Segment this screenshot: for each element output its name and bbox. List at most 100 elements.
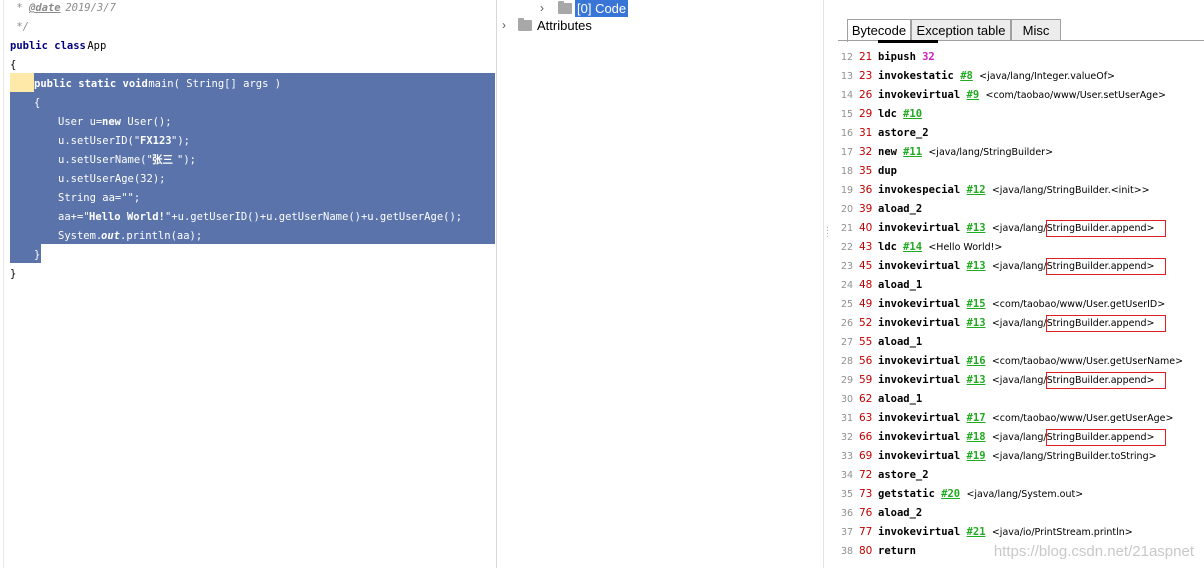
bytecode-row[interactable]: 18 35 dup [838,162,1204,181]
bytecode-row[interactable]: 32 66 invokevirtual #18 <java/lang/StringBu… [838,428,1204,447]
highlight-box [1045,429,1167,446]
bytecode-row[interactable]: 29 59 invokevirtual #13 <java/lang/StringBu… [838,371,1204,390]
bytecode-offset: 40 [859,222,873,234]
opcode: aload_2 [878,203,923,215]
code-line-close-brace: } [10,268,17,280]
bytecode-offset: 39 [859,203,873,215]
operand-group: #21 <java/io/PrintStream.println> [967,523,1133,542]
line-number: 13 [841,71,854,82]
constant-pool-ref-link[interactable]: #21 [967,526,986,538]
tree-node-attributes[interactable]: › Attributes [497,17,825,34]
opcode: bipush [878,51,916,63]
chevron-right-icon[interactable]: › [499,17,509,34]
bytecode-offset: 43 [859,241,873,253]
opcode: invokevirtual [878,355,961,367]
immediate-value: 32 [922,51,935,63]
operand-group: #16 <com/taobao/www/User.getUserName> [967,352,1184,371]
bytecode-panel: Bytecode Exception table Misc 12 21 bipush… [838,0,1204,568]
line-number: 24 [841,280,854,291]
opcode: invokestatic [878,70,954,82]
constant-pool-ref-link[interactable]: #20 [941,488,960,500]
tab-exception-table[interactable]: Exception table [911,19,1011,41]
code-line-class-decl: public class App [10,40,107,52]
line-number: 23 [841,261,854,272]
bytecode-row[interactable]: 25 49 invokevirtual #15 <com/taobao/www/Use… [838,295,1204,314]
splitter-handle[interactable]: · · · · [825,224,830,241]
constant-pool-ref-link[interactable]: #9 [967,89,980,101]
bytecode-row[interactable]: 16 31 astore_2 [838,124,1204,143]
bytecode-row[interactable]: 34 72 astore_2 [838,466,1204,485]
bytecode-row[interactable]: 31 63 invokevirtual #17 <com/taobao/www/Use… [838,409,1204,428]
bytecode-row[interactable]: 26 52 invokevirtual #13 <java/lang/StringBu… [838,314,1204,333]
constant-pool-ref-link[interactable]: #14 [903,241,922,253]
source-editor[interactable]: * @date 2019/3/7 */ public class App { p… [0,0,496,568]
operand-group: #11 <java/lang/StringBuilder> [903,143,1053,162]
bytecode-row[interactable]: 20 39 aload_2 [838,200,1204,219]
opcode: getstatic [878,488,935,500]
bytecode-row[interactable]: 36 76 aload_2 [838,504,1204,523]
constant-pool-ref-link[interactable]: #15 [967,298,986,310]
opcode: ldc [878,108,897,120]
opcode: ldc [878,241,897,253]
opcode: invokevirtual [878,374,961,386]
opcode: aload_1 [878,393,923,405]
tree-node-code[interactable]: › [0] Code [497,0,825,17]
bytecode-row[interactable]: 28 56 invokevirtual #16 <com/taobao/www/Use… [838,352,1204,371]
bytecode-row[interactable]: 14 26 invokevirtual #9 <com/taobao/www/User… [838,86,1204,105]
bytecode-offset: 55 [859,336,873,348]
line-number: 21 [841,223,854,234]
bytecode-row[interactable]: 21 40 invokevirtual #13 <java/lang/StringBu… [838,219,1204,238]
constant-pool-ref-link[interactable]: #19 [967,450,986,462]
operand-group: #9 <com/taobao/www/User.setUserAge> [967,86,1166,105]
bytecode-row[interactable]: 12 21 bipush 32 [838,48,1204,67]
opcode: aload_1 [878,336,923,348]
constant-pool-ref-link[interactable]: #13 [967,374,986,386]
line-number: 37 [841,527,854,538]
chevron-right-icon[interactable]: › [537,0,547,17]
bytecode-row[interactable]: 22 43 ldc #14 <Hello World!> [838,238,1204,257]
constant-pool-ref-link[interactable]: #13 [967,260,986,272]
line-number: 30 [841,394,854,405]
operand-group: #19 <java/lang/StringBuilder.toString> [967,447,1157,466]
bytecode-row[interactable]: 24 48 aload_1 [838,276,1204,295]
operand-group: #14 <Hello World!> [903,238,1002,257]
constant-pool-ref-link[interactable]: #18 [967,431,986,443]
operand-description: <java/lang/StringBuilder> [928,147,1054,158]
bytecode-offset: 59 [859,374,873,386]
constant-pool-ref-link[interactable]: #12 [967,184,986,196]
constant-pool-ref-link[interactable]: #8 [960,70,973,82]
bytecode-row[interactable]: 30 62 aload_1 [838,390,1204,409]
constant-pool-ref-link[interactable]: #16 [967,355,986,367]
operand-description: <com/taobao/www/User.getUserAge> [991,413,1174,424]
bytecode-row[interactable]: 17 32 new #11 <java/lang/StringBuilder> [838,143,1204,162]
constant-pool-ref-link[interactable]: #10 [903,108,922,120]
constant-pool-ref-link[interactable]: #13 [967,317,986,329]
opcode: dup [878,165,897,177]
bytecode-offset: 63 [859,412,873,424]
opcode: invokespecial [878,184,961,196]
operand-description: <Hello World!> [928,242,1003,253]
operand-description: <com/taobao/www/User.getUserName> [991,356,1184,367]
tab-bytecode[interactable]: Bytecode [847,19,911,42]
bytecode-row[interactable]: 13 23 invokestatic #8 <java/lang/Integer.va… [838,67,1204,86]
constant-pool-ref-link[interactable]: #17 [967,412,986,424]
bytecode-row[interactable]: 23 45 invokevirtual #13 <java/lang/StringBu… [838,257,1204,276]
bytecode-row[interactable]: 15 29 ldc #10 [838,105,1204,124]
clipped-row-above [878,40,938,43]
bytecode-row[interactable]: 35 73 getstatic #20 <java/lang/System.out> [838,485,1204,504]
bytecode-row[interactable]: 37 77 invokevirtual #21 <java/io/PrintStrea… [838,523,1204,542]
constant-pool-ref-link[interactable]: #11 [903,146,922,158]
bytecode-offset: 56 [859,355,873,367]
tab-misc[interactable]: Misc [1011,19,1061,41]
constant-pool-ref-link[interactable]: #13 [967,222,986,234]
bytecode-offset: 49 [859,298,873,310]
class-structure-tree[interactable]: › [0] Code › Attributes [496,0,824,568]
bytecode-row[interactable]: 19 36 invokespecial #12 <java/lang/StringBu… [838,181,1204,200]
bytecode-row[interactable]: 27 55 aload_1 [838,333,1204,352]
bytecode-row[interactable]: 33 69 invokevirtual #19 <java/lang/StringBu… [838,447,1204,466]
operand-group: #8 <java/lang/Integer.valueOf> [960,67,1115,86]
bytecode-offset: 77 [859,526,873,538]
operand-group: #12 <java/lang/StringBuilder.<init>> [967,181,1150,200]
tree-node-code-label[interactable]: [0] Code [575,0,629,17]
tree-node-attributes-label[interactable]: Attributes [537,17,592,34]
